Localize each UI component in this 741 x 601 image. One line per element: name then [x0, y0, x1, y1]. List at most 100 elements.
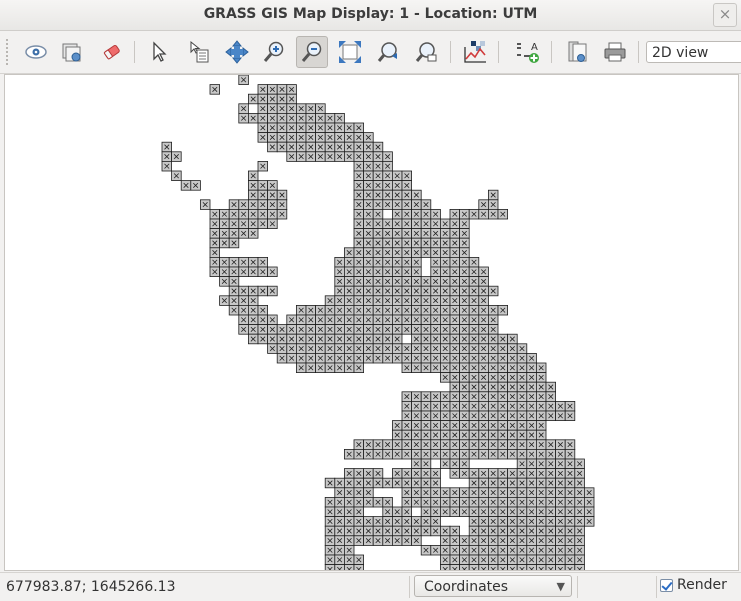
map-cell — [439, 237, 451, 249]
erase-display-icon — [103, 44, 120, 60]
map-cell — [439, 525, 451, 537]
map-cell — [363, 468, 374, 479]
map-cell — [430, 324, 441, 335]
map-cell — [353, 314, 365, 326]
map-cell — [449, 228, 461, 239]
map-cell — [487, 400, 499, 412]
map-cell — [343, 516, 355, 527]
map-cell — [430, 468, 441, 479]
map-cell — [468, 208, 480, 220]
map-cell — [286, 324, 297, 335]
map-cell — [209, 84, 221, 95]
map-cell — [343, 352, 355, 364]
map-cell — [536, 372, 547, 383]
map-cell — [305, 113, 317, 124]
map-cell — [382, 151, 393, 162]
map-cell — [468, 304, 480, 316]
view-mode-select[interactable]: 2D view — [646, 41, 741, 63]
map-cell — [238, 324, 249, 335]
map-cell — [382, 496, 393, 508]
display-map-button[interactable] — [20, 36, 52, 68]
analyze-button[interactable] — [459, 36, 491, 68]
map-cell — [468, 324, 480, 335]
map-cell — [372, 314, 384, 326]
map-cell — [420, 458, 432, 470]
zoom-out-button[interactable] — [296, 36, 328, 68]
map-cell — [507, 410, 518, 422]
map-cell — [545, 439, 557, 450]
map-cell — [526, 477, 537, 489]
map-cell — [507, 448, 518, 460]
map-cell — [401, 391, 413, 402]
close-button[interactable]: × — [713, 3, 737, 27]
zoom-back-button[interactable] — [372, 36, 404, 68]
map-cell — [401, 525, 413, 537]
map-cell — [382, 256, 393, 268]
map-cell — [363, 516, 374, 527]
map-cell — [536, 535, 547, 546]
map-cell — [430, 295, 441, 306]
toolbar-grip[interactable] — [6, 39, 12, 65]
zoom-extent-button[interactable] — [334, 36, 366, 68]
pan-button[interactable] — [221, 36, 253, 68]
map-cell — [449, 324, 461, 335]
save-button[interactable] — [562, 36, 594, 68]
map-canvas[interactable] — [4, 74, 739, 571]
zoom-menu-button[interactable] — [410, 36, 442, 68]
map-cell — [401, 516, 413, 527]
map-cell — [555, 554, 566, 566]
map-cell — [516, 410, 528, 422]
map-cell — [257, 256, 269, 268]
map-cell — [430, 247, 441, 258]
map-cell — [449, 554, 461, 566]
map-cell — [536, 420, 547, 431]
query-button[interactable] — [183, 36, 215, 68]
map-cell — [478, 199, 489, 210]
map-cell — [420, 506, 432, 518]
map-cell — [257, 113, 269, 124]
map-cell — [267, 333, 278, 345]
map-cell — [555, 487, 566, 498]
map-cell — [247, 295, 259, 306]
map-cell — [353, 525, 365, 537]
print-button[interactable] — [599, 36, 631, 68]
map-cell — [545, 410, 557, 422]
status-separator — [409, 576, 410, 598]
map-cell — [334, 362, 345, 374]
map-cell — [315, 103, 326, 114]
map-cell — [555, 468, 566, 479]
render-checkbox[interactable] — [660, 578, 673, 592]
map-cell — [574, 544, 585, 556]
map-cell — [343, 333, 355, 345]
map-cell — [536, 410, 547, 422]
map-cell — [430, 276, 441, 287]
map-cell — [420, 525, 432, 537]
map-cell — [507, 343, 518, 354]
map-cell — [372, 189, 384, 201]
map-cell — [468, 410, 480, 422]
map-cell — [286, 122, 297, 134]
map-cell — [459, 410, 470, 422]
pointer-button[interactable] — [143, 36, 175, 68]
map-cell — [574, 535, 585, 546]
render-map-button[interactable] — [56, 36, 88, 68]
map-cell — [420, 304, 432, 316]
status-mode-select[interactable]: Coordinates ▼ — [414, 575, 572, 597]
map-cell — [516, 535, 528, 546]
map-cell — [247, 218, 259, 230]
map-cell — [391, 218, 403, 230]
overlay-button[interactable]: A — [511, 36, 543, 68]
map-cell — [468, 544, 480, 556]
map-cell — [315, 113, 326, 124]
map-cell — [574, 477, 585, 489]
map-cell — [420, 448, 432, 460]
map-cell — [497, 381, 509, 393]
map-cell — [267, 343, 278, 354]
erase-display-button[interactable] — [96, 36, 128, 68]
map-cell — [324, 333, 336, 345]
map-cell — [430, 448, 441, 460]
map-cell — [545, 544, 557, 556]
render-toggle[interactable]: Render — [660, 577, 727, 593]
zoom-in-button[interactable] — [258, 36, 290, 68]
map-cell — [315, 343, 326, 354]
